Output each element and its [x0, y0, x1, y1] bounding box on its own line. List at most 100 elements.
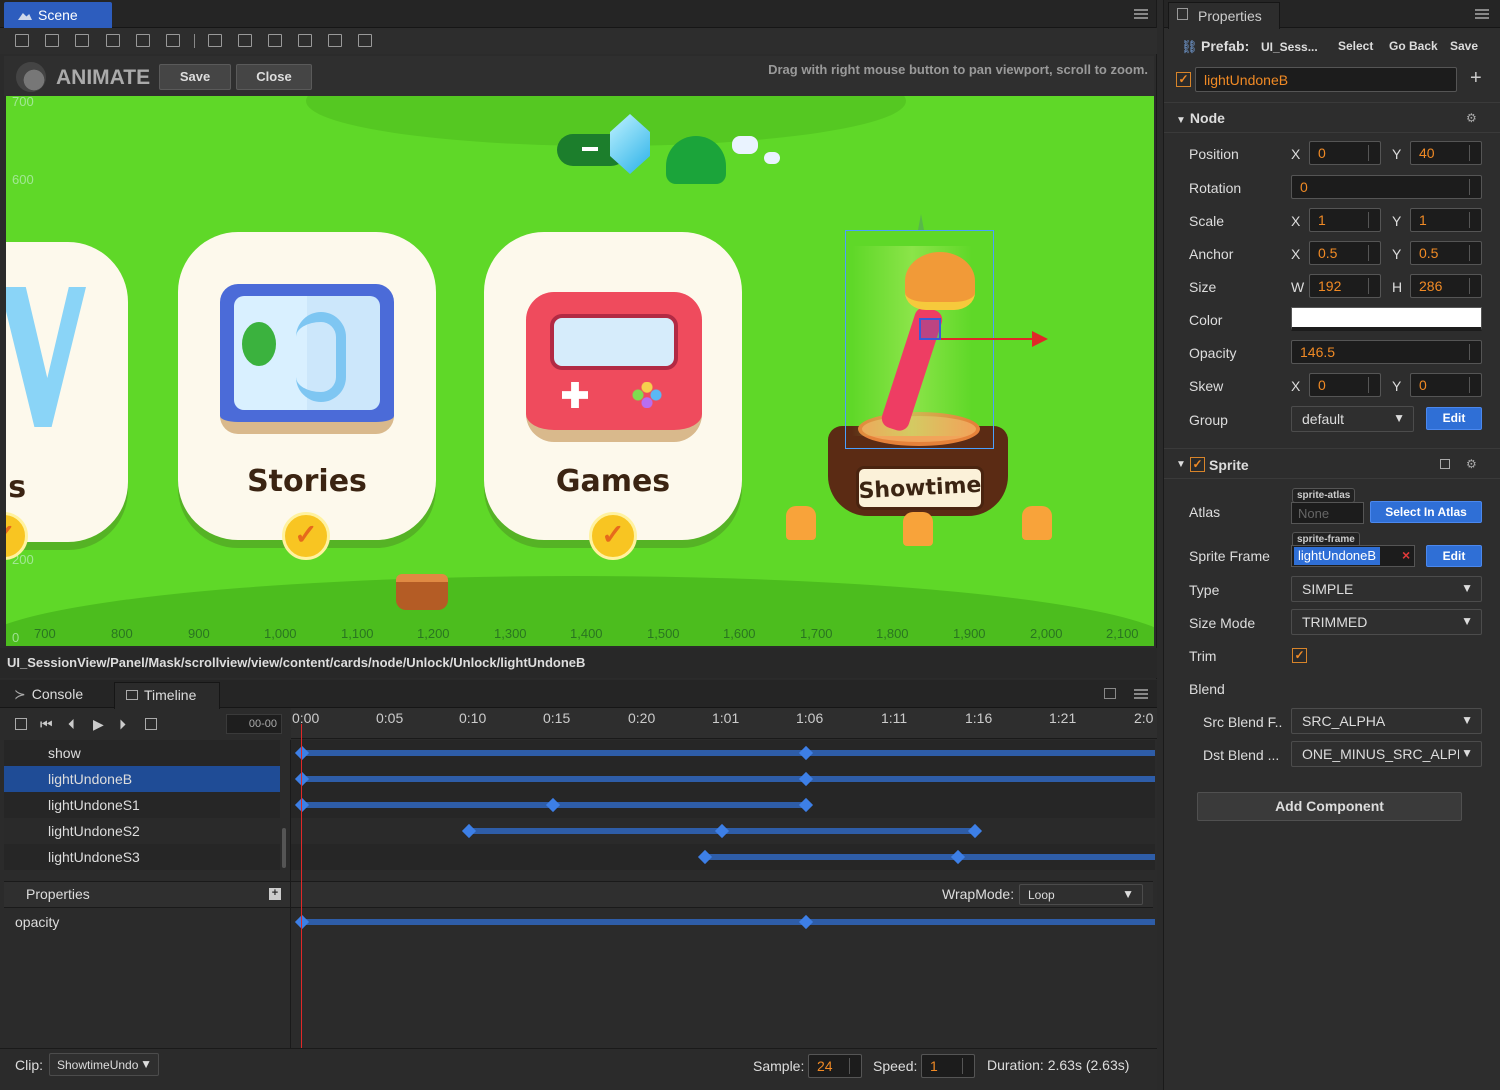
add-component-button[interactable]: Add Component: [1197, 792, 1462, 821]
distribute-top-icon[interactable]: [208, 34, 222, 47]
animate-close-button[interactable]: Close: [236, 64, 312, 90]
skew-y-input[interactable]: 0: [1410, 373, 1482, 397]
sprite-collapse-icon[interactable]: ▼: [1176, 459, 1186, 470]
size-h-input[interactable]: 286: [1410, 274, 1482, 298]
frame-input[interactable]: 00-00: [226, 714, 282, 734]
group-edit-button[interactable]: Edit: [1426, 407, 1482, 430]
skew-x-input[interactable]: 0: [1309, 373, 1381, 397]
keyframe-lane[interactable]: [291, 740, 1155, 766]
sprite-enabled-checkbox[interactable]: ✓: [1190, 457, 1205, 472]
position-x-input[interactable]: 0: [1309, 141, 1381, 165]
keyframe[interactable]: [294, 771, 310, 787]
size-mode-select[interactable]: TRIMMED ▼: [1291, 609, 1482, 635]
node-list-scrollbar[interactable]: [282, 828, 286, 868]
keyframe[interactable]: [461, 823, 477, 839]
src-blend-select[interactable]: SRC_ALPHA ▼: [1291, 708, 1482, 734]
add-event-icon[interactable]: [145, 718, 157, 730]
align-left-icon[interactable]: [15, 34, 29, 47]
scene-menu-icon[interactable]: [1134, 9, 1148, 19]
sample-input[interactable]: 24: [808, 1054, 862, 1078]
animate-save-button[interactable]: Save: [159, 64, 231, 90]
wrapmode-select[interactable]: Loop ▼: [1019, 884, 1143, 905]
keyframe[interactable]: [798, 914, 814, 930]
scale-x-input[interactable]: 1: [1309, 208, 1381, 232]
move-gizmo-center[interactable]: [919, 318, 941, 340]
clip-select[interactable]: ShowtimeUndo ▼: [49, 1053, 159, 1076]
distribute-right-icon[interactable]: [358, 34, 372, 47]
property-keyframe-lane[interactable]: [291, 909, 1155, 935]
card-stories[interactable]: Stories: [178, 232, 436, 540]
node-settings-icon[interactable]: ⚙: [1466, 111, 1477, 125]
tab-console[interactable]: ≻ Console: [14, 686, 83, 703]
position-y-input[interactable]: 40: [1410, 141, 1482, 165]
sprite-frame-edit-button[interactable]: Edit: [1426, 545, 1482, 567]
trim-checkbox[interactable]: ✓: [1292, 648, 1307, 663]
timeline-node-row-selected[interactable]: lightUndoneB: [4, 766, 280, 792]
keyframe[interactable]: [798, 745, 814, 761]
type-select[interactable]: SIMPLE ▼: [1291, 576, 1482, 602]
distribute-hcenter-icon[interactable]: [328, 34, 342, 47]
keyframe-lane[interactable]: [291, 844, 1155, 870]
tab-scene[interactable]: Scene: [4, 2, 112, 28]
keyframe[interactable]: [798, 771, 814, 787]
color-swatch[interactable]: [1291, 307, 1482, 331]
popout-icon[interactable]: [1104, 688, 1116, 699]
prefab-goback-button[interactable]: Go Back: [1389, 39, 1438, 53]
scene-viewport[interactable]: 700 600 500 400 300 200 0 700 800 900 1,…: [6, 96, 1154, 646]
node-active-checkbox[interactable]: ✓: [1176, 72, 1191, 87]
card-games[interactable]: Games: [484, 232, 742, 540]
distribute-bottom-icon[interactable]: [268, 34, 282, 47]
sprite-settings-icon[interactable]: ⚙: [1466, 457, 1477, 471]
timeline-menu-icon[interactable]: [1134, 689, 1148, 699]
keyframe[interactable]: [714, 823, 730, 839]
keyframe-lane[interactable]: [291, 766, 1155, 792]
timeline-node-row[interactable]: show: [4, 740, 280, 766]
scale-y-input[interactable]: 1: [1410, 208, 1482, 232]
distribute-vcenter-icon[interactable]: [238, 34, 252, 47]
move-gizmo-x-axis[interactable]: [926, 338, 1036, 340]
timeline-node-row[interactable]: lightUndoneS1: [4, 792, 280, 818]
keyframe[interactable]: [294, 797, 310, 813]
select-in-atlas-button[interactable]: Select In Atlas: [1370, 501, 1482, 523]
keyframe[interactable]: [697, 849, 713, 865]
keyframe-lane[interactable]: [291, 792, 1155, 818]
prefab-save-button[interactable]: Save: [1450, 39, 1478, 53]
speed-input[interactable]: 1: [921, 1054, 975, 1078]
dst-blend-select[interactable]: ONE_MINUS_SRC_ALPH/ ▼: [1291, 741, 1482, 767]
keyframe[interactable]: [967, 823, 983, 839]
align-right-icon[interactable]: [75, 34, 89, 47]
anchor-x-input[interactable]: 0.5: [1309, 241, 1381, 265]
size-w-input[interactable]: 192: [1309, 274, 1381, 298]
jump-first-icon[interactable]: ⏮: [40, 716, 53, 733]
clear-sprite-frame-icon[interactable]: ×: [1402, 547, 1410, 563]
play-icon[interactable]: ▶: [93, 716, 104, 733]
anchor-y-input[interactable]: 0.5: [1410, 241, 1482, 265]
align-vcenter-icon[interactable]: [136, 34, 150, 47]
align-top-icon[interactable]: [106, 34, 120, 47]
move-gizmo-y-axis[interactable]: [918, 214, 924, 230]
edit-mode-icon[interactable]: [15, 718, 27, 730]
move-gizmo-x-arrow[interactable]: [1032, 331, 1048, 347]
properties-menu-icon[interactable]: [1475, 9, 1489, 19]
timeline-node-row[interactable]: lightUndoneS2: [4, 818, 280, 844]
keyframe[interactable]: [545, 797, 561, 813]
keyframe[interactable]: [798, 797, 814, 813]
atlas-field[interactable]: None: [1291, 502, 1364, 524]
align-bottom-icon[interactable]: [166, 34, 180, 47]
timeline-node-row[interactable]: lightUndoneS3: [4, 844, 280, 870]
step-back-icon[interactable]: ⏴: [68, 716, 75, 733]
playhead[interactable]: [301, 724, 302, 1048]
node-name-input[interactable]: lightUndoneB: [1195, 67, 1457, 92]
add-node-icon[interactable]: +: [1470, 67, 1482, 90]
rotation-input[interactable]: 0: [1291, 175, 1482, 199]
sprite-help-icon[interactable]: [1440, 459, 1450, 469]
opacity-input[interactable]: 146.5: [1291, 340, 1482, 364]
keyframe[interactable]: [950, 849, 966, 865]
align-hcenter-icon[interactable]: [45, 34, 59, 47]
node-section-header[interactable]: ▼ Node: [1176, 110, 1225, 126]
tab-timeline-text[interactable]: Timeline: [126, 687, 196, 703]
property-row[interactable]: opacity: [4, 909, 290, 935]
group-select[interactable]: default ▼: [1291, 406, 1414, 432]
distribute-left-icon[interactable]: [298, 34, 312, 47]
prefab-select-button[interactable]: Select: [1338, 39, 1373, 53]
